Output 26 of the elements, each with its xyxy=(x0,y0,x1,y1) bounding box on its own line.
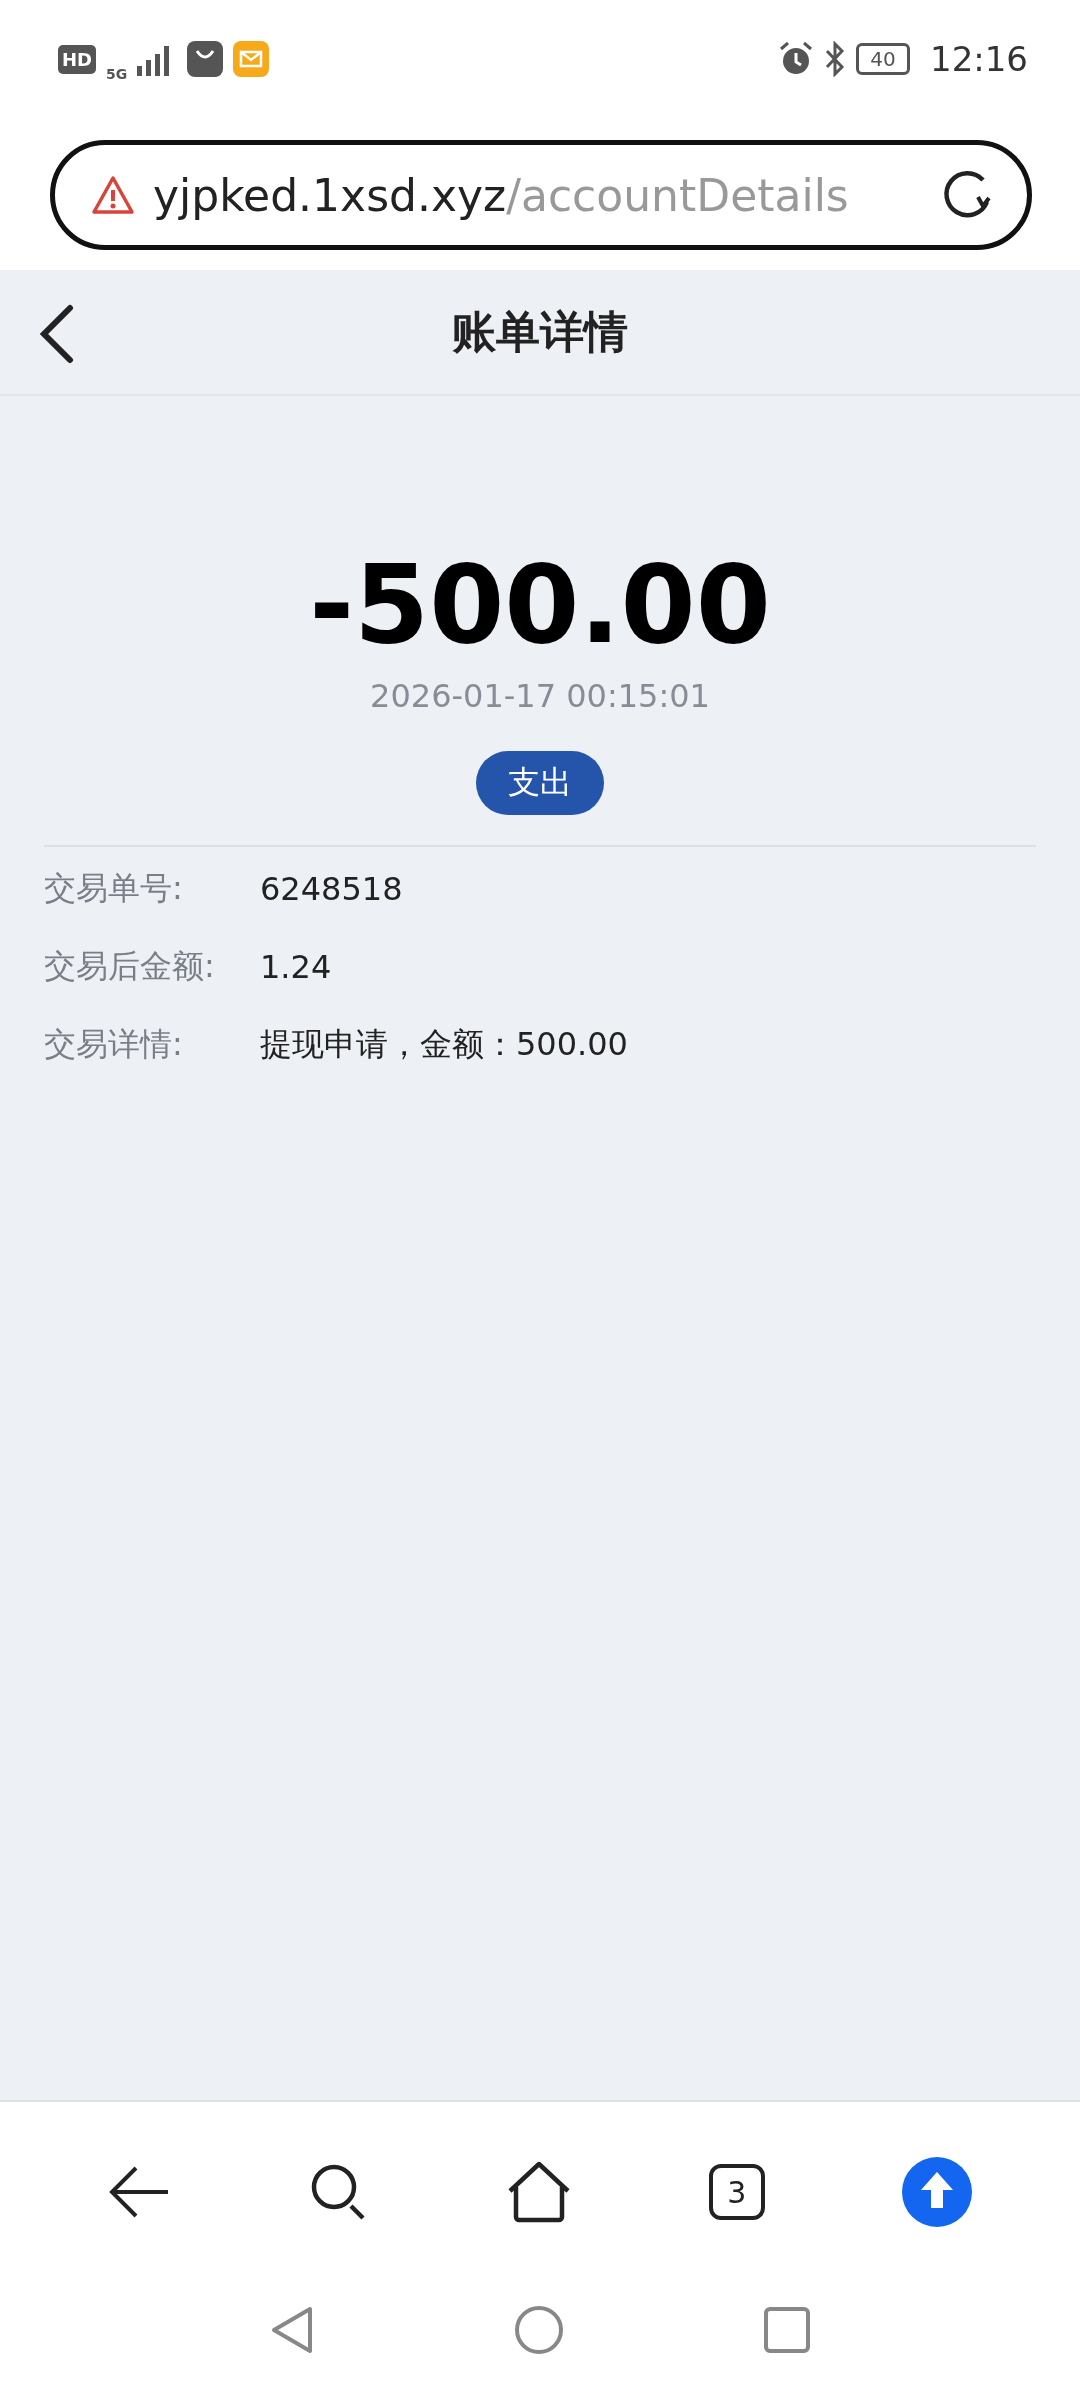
home-icon[interactable] xyxy=(506,2161,572,2223)
nav-back-icon[interactable] xyxy=(270,2305,314,2355)
amount: -500.00 xyxy=(309,546,771,665)
warning-icon xyxy=(91,175,135,215)
detail-value: 6248518 xyxy=(260,869,403,908)
detail-label: 交易单号: xyxy=(44,867,184,909)
detail-label: 交易详情: xyxy=(44,1023,184,1065)
mail-icon xyxy=(233,41,270,77)
type-badge: 支出 xyxy=(476,750,604,815)
detail-value: 1.24 xyxy=(260,947,332,986)
detail-value: 提现申请，金额：500.00 xyxy=(260,1023,628,1065)
shopping-bag-icon xyxy=(187,41,224,77)
clock: 12:16 xyxy=(930,39,1028,79)
alarm-icon xyxy=(778,41,814,77)
nav-recents-icon[interactable] xyxy=(764,2307,810,2353)
battery-indicator: 40 xyxy=(856,43,910,75)
nav-home-icon[interactable] xyxy=(514,2305,564,2355)
address-bar[interactable]: yjpked.1xsd.xyz/accountDetails xyxy=(50,140,1032,250)
transaction-time: 2026-01-17 00:15:01 xyxy=(370,676,710,715)
hd-indicator: HD xyxy=(58,44,96,74)
detail-label: 交易后金额: xyxy=(44,945,216,987)
tab-count-button[interactable]: 3 xyxy=(708,2164,765,2220)
bluetooth-icon xyxy=(824,41,846,77)
network-type: 5G xyxy=(106,66,128,82)
page-title: 账单详情 xyxy=(452,304,628,359)
upload-icon[interactable] xyxy=(901,2157,972,2227)
